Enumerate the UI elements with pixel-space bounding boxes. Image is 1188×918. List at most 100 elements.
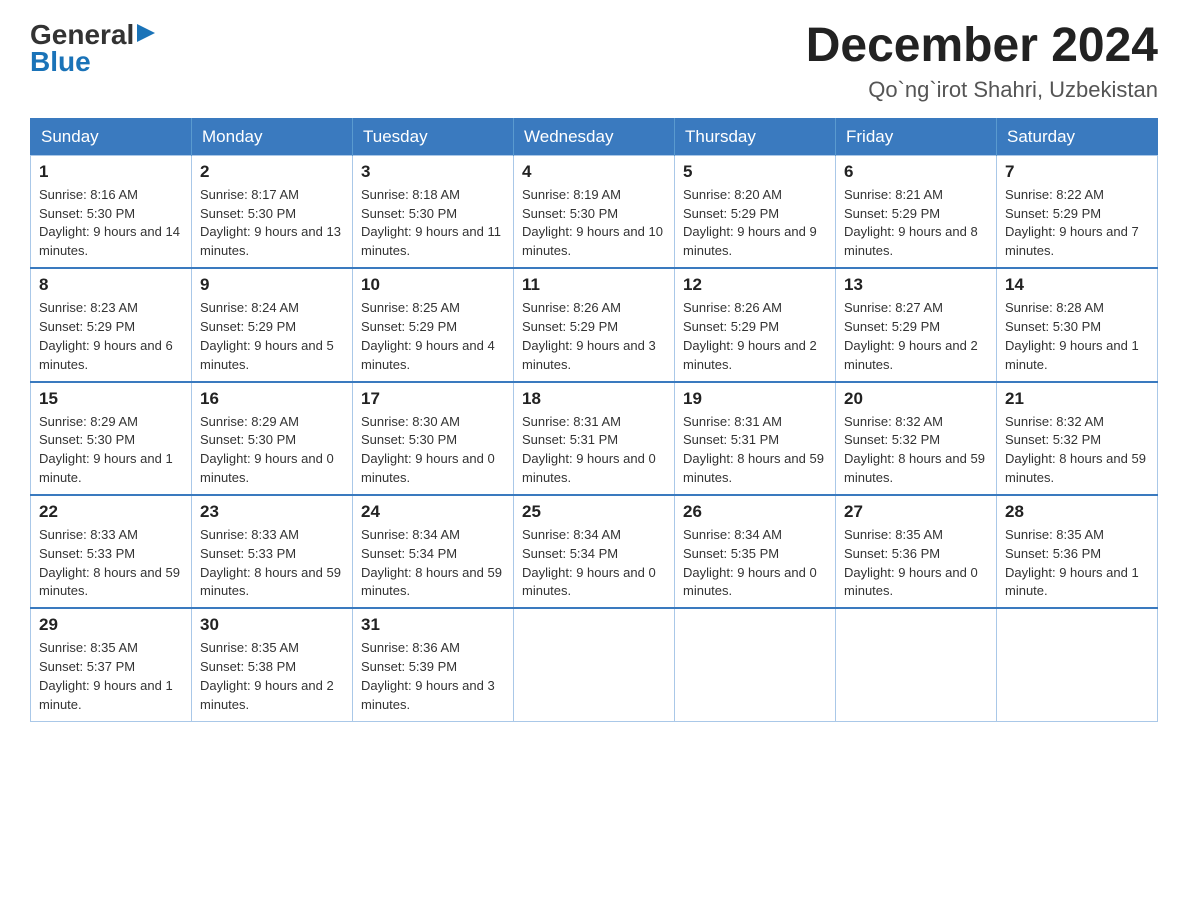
day-number: 26 <box>683 502 827 522</box>
day-number: 8 <box>39 275 183 295</box>
day-info: Sunrise: 8:28 AMSunset: 5:30 PMDaylight:… <box>1005 299 1149 374</box>
calendar-cell: 11 Sunrise: 8:26 AMSunset: 5:29 PMDayligh… <box>514 268 675 381</box>
day-info: Sunrise: 8:21 AMSunset: 5:29 PMDaylight:… <box>844 186 988 261</box>
calendar-header: SundayMondayTuesdayWednesdayThursdayFrid… <box>31 118 1158 155</box>
day-number: 3 <box>361 162 505 182</box>
weekday-header-friday: Friday <box>836 118 997 155</box>
calendar-week-row: 29 Sunrise: 8:35 AMSunset: 5:37 PMDayligh… <box>31 608 1158 721</box>
day-info: Sunrise: 8:32 AMSunset: 5:32 PMDaylight:… <box>1005 413 1149 488</box>
day-info: Sunrise: 8:17 AMSunset: 5:30 PMDaylight:… <box>200 186 344 261</box>
calendar-cell: 8 Sunrise: 8:23 AMSunset: 5:29 PMDaylight… <box>31 268 192 381</box>
day-number: 2 <box>200 162 344 182</box>
weekday-header-saturday: Saturday <box>997 118 1158 155</box>
calendar-cell: 7 Sunrise: 8:22 AMSunset: 5:29 PMDaylight… <box>997 155 1158 268</box>
calendar-cell: 5 Sunrise: 8:20 AMSunset: 5:29 PMDaylight… <box>675 155 836 268</box>
day-info: Sunrise: 8:35 AMSunset: 5:36 PMDaylight:… <box>844 526 988 601</box>
calendar-cell: 18 Sunrise: 8:31 AMSunset: 5:31 PMDayligh… <box>514 382 675 495</box>
calendar-cell: 19Sunrise: 8:31 AMSunset: 5:31 PMDayligh… <box>675 382 836 495</box>
day-info: Sunrise: 8:19 AMSunset: 5:30 PMDaylight:… <box>522 186 666 261</box>
calendar-cell: 10 Sunrise: 8:25 AMSunset: 5:29 PMDayligh… <box>353 268 514 381</box>
day-number: 30 <box>200 615 344 635</box>
day-number: 5 <box>683 162 827 182</box>
month-title: December 2024 <box>806 20 1158 73</box>
day-info: Sunrise: 8:35 AMSunset: 5:37 PMDaylight:… <box>39 639 183 714</box>
day-info: Sunrise: 8:16 AMSunset: 5:30 PMDaylight:… <box>39 186 183 261</box>
day-number: 21 <box>1005 389 1149 409</box>
day-info: Sunrise: 8:30 AMSunset: 5:30 PMDaylight:… <box>361 413 505 488</box>
weekday-header-sunday: Sunday <box>31 118 192 155</box>
day-info: Sunrise: 8:33 AMSunset: 5:33 PMDaylight:… <box>39 526 183 601</box>
calendar-week-row: 22 Sunrise: 8:33 AMSunset: 5:33 PMDayligh… <box>31 495 1158 608</box>
calendar-cell: 9 Sunrise: 8:24 AMSunset: 5:29 PMDaylight… <box>192 268 353 381</box>
calendar-cell: 17 Sunrise: 8:30 AMSunset: 5:30 PMDayligh… <box>353 382 514 495</box>
day-info: Sunrise: 8:33 AMSunset: 5:33 PMDaylight:… <box>200 526 344 601</box>
day-number: 18 <box>522 389 666 409</box>
day-info: Sunrise: 8:18 AMSunset: 5:30 PMDaylight:… <box>361 186 505 261</box>
calendar-cell: 25 Sunrise: 8:34 AMSunset: 5:34 PMDayligh… <box>514 495 675 608</box>
calendar-week-row: 1 Sunrise: 8:16 AMSunset: 5:30 PMDaylight… <box>31 155 1158 268</box>
day-info: Sunrise: 8:20 AMSunset: 5:29 PMDaylight:… <box>683 186 827 261</box>
day-number: 19 <box>683 389 827 409</box>
day-number: 27 <box>844 502 988 522</box>
day-number: 6 <box>844 162 988 182</box>
calendar-week-row: 8 Sunrise: 8:23 AMSunset: 5:29 PMDaylight… <box>31 268 1158 381</box>
day-info: Sunrise: 8:34 AMSunset: 5:34 PMDaylight:… <box>361 526 505 601</box>
calendar-week-row: 15 Sunrise: 8:29 AMSunset: 5:30 PMDayligh… <box>31 382 1158 495</box>
calendar-cell: 16Sunrise: 8:29 AMSunset: 5:30 PMDayligh… <box>192 382 353 495</box>
weekday-header-row: SundayMondayTuesdayWednesdayThursdayFrid… <box>31 118 1158 155</box>
calendar-cell: 31Sunrise: 8:36 AMSunset: 5:39 PMDayligh… <box>353 608 514 721</box>
calendar-cell: 14 Sunrise: 8:28 AMSunset: 5:30 PMDayligh… <box>997 268 1158 381</box>
weekday-header-thursday: Thursday <box>675 118 836 155</box>
calendar-cell: 27 Sunrise: 8:35 AMSunset: 5:36 PMDayligh… <box>836 495 997 608</box>
calendar-cell: 26 Sunrise: 8:34 AMSunset: 5:35 PMDayligh… <box>675 495 836 608</box>
day-number: 15 <box>39 389 183 409</box>
calendar-cell: 21 Sunrise: 8:32 AMSunset: 5:32 PMDayligh… <box>997 382 1158 495</box>
calendar-cell: 1 Sunrise: 8:16 AMSunset: 5:30 PMDaylight… <box>31 155 192 268</box>
calendar-cell: 30 Sunrise: 8:35 AMSunset: 5:38 PMDayligh… <box>192 608 353 721</box>
day-number: 9 <box>200 275 344 295</box>
calendar-cell: 15 Sunrise: 8:29 AMSunset: 5:30 PMDayligh… <box>31 382 192 495</box>
calendar-cell <box>675 608 836 721</box>
calendar-cell: 22 Sunrise: 8:33 AMSunset: 5:33 PMDayligh… <box>31 495 192 608</box>
day-info: Sunrise: 8:24 AMSunset: 5:29 PMDaylight:… <box>200 299 344 374</box>
day-number: 7 <box>1005 162 1149 182</box>
calendar-cell: 29 Sunrise: 8:35 AMSunset: 5:37 PMDayligh… <box>31 608 192 721</box>
day-number: 1 <box>39 162 183 182</box>
location-title: Qo`ng`irot Shahri, Uzbekistan <box>806 77 1158 103</box>
day-info: Sunrise: 8:26 AMSunset: 5:29 PMDaylight:… <box>683 299 827 374</box>
calendar-cell: 24Sunrise: 8:34 AMSunset: 5:34 PMDayligh… <box>353 495 514 608</box>
title-section: December 2024 Qo`ng`irot Shahri, Uzbekis… <box>806 20 1158 103</box>
day-info: Sunrise: 8:23 AMSunset: 5:29 PMDaylight:… <box>39 299 183 374</box>
day-number: 29 <box>39 615 183 635</box>
calendar-cell: 12Sunrise: 8:26 AMSunset: 5:29 PMDayligh… <box>675 268 836 381</box>
day-number: 20 <box>844 389 988 409</box>
day-number: 22 <box>39 502 183 522</box>
day-info: Sunrise: 8:26 AMSunset: 5:29 PMDaylight:… <box>522 299 666 374</box>
day-number: 28 <box>1005 502 1149 522</box>
calendar-cell: 23Sunrise: 8:33 AMSunset: 5:33 PMDayligh… <box>192 495 353 608</box>
day-info: Sunrise: 8:35 AMSunset: 5:38 PMDaylight:… <box>200 639 344 714</box>
logo: General Blue <box>30 20 155 78</box>
day-number: 25 <box>522 502 666 522</box>
day-number: 10 <box>361 275 505 295</box>
calendar-cell <box>514 608 675 721</box>
day-info: Sunrise: 8:36 AMSunset: 5:39 PMDaylight:… <box>361 639 505 714</box>
page-header: General Blue December 2024 Qo`ng`irot Sh… <box>30 20 1158 103</box>
calendar-cell: 2 Sunrise: 8:17 AMSunset: 5:30 PMDaylight… <box>192 155 353 268</box>
day-info: Sunrise: 8:34 AMSunset: 5:35 PMDaylight:… <box>683 526 827 601</box>
day-number: 11 <box>522 275 666 295</box>
day-number: 14 <box>1005 275 1149 295</box>
day-info: Sunrise: 8:25 AMSunset: 5:29 PMDaylight:… <box>361 299 505 374</box>
day-info: Sunrise: 8:27 AMSunset: 5:29 PMDaylight:… <box>844 299 988 374</box>
calendar-cell: 28Sunrise: 8:35 AMSunset: 5:36 PMDayligh… <box>997 495 1158 608</box>
calendar-cell: 13Sunrise: 8:27 AMSunset: 5:29 PMDayligh… <box>836 268 997 381</box>
calendar-cell <box>836 608 997 721</box>
day-number: 17 <box>361 389 505 409</box>
logo-blue-text: Blue <box>30 47 155 78</box>
day-info: Sunrise: 8:22 AMSunset: 5:29 PMDaylight:… <box>1005 186 1149 261</box>
day-info: Sunrise: 8:29 AMSunset: 5:30 PMDaylight:… <box>39 413 183 488</box>
day-info: Sunrise: 8:31 AMSunset: 5:31 PMDaylight:… <box>522 413 666 488</box>
calendar-cell: 6 Sunrise: 8:21 AMSunset: 5:29 PMDaylight… <box>836 155 997 268</box>
day-number: 16 <box>200 389 344 409</box>
day-info: Sunrise: 8:34 AMSunset: 5:34 PMDaylight:… <box>522 526 666 601</box>
